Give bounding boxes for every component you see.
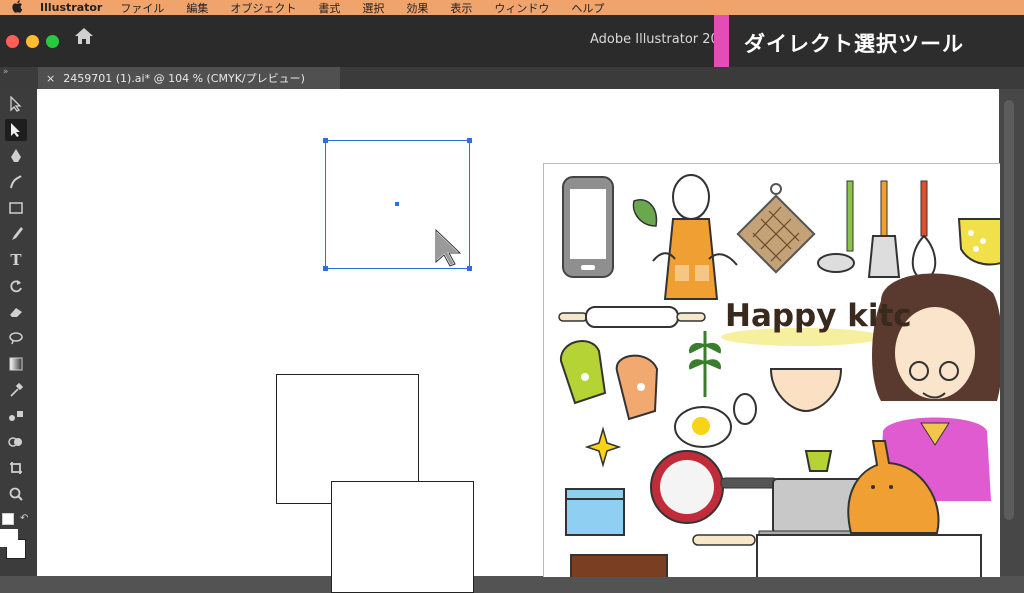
apple-menu-icon[interactable] [6,0,28,16]
gradient-tool-icon[interactable] [5,353,27,375]
rotate-tool-icon[interactable] [5,275,27,297]
caption-accent-bar [714,15,729,67]
eyedropper-tool-icon[interactable] [5,379,27,401]
app-menu[interactable]: Illustrator [40,1,102,14]
direct-selection-cursor-icon [434,227,464,272]
type-tool-icon[interactable]: T [5,249,27,271]
tool-caption-banner: ダイレクト選択ツール [714,15,1024,67]
mixing-bowl-illustration [769,368,843,413]
anchor-point-handle[interactable] [323,138,328,143]
kitchen-utensils-illustration [817,180,937,281]
menu-bar: Illustrator ファイル 編集 オブジェクト 書式 選択 効果 表示 ウ… [0,0,1024,15]
oven-mitts-illustration [559,340,659,421]
default-colors-icon[interactable] [2,513,14,525]
crop-tool-icon[interactable] [5,457,27,479]
swap-colors-icon[interactable]: ↶ [20,513,28,524]
cutting-board-illustration [570,554,668,577]
menu-help[interactable]: ヘルプ [571,0,604,16]
leaf-illustration [632,199,658,227]
selection-tool-icon[interactable] [5,93,27,115]
menu-edit[interactable]: 編集 [186,0,208,16]
tools-panel: T ↶ [0,89,37,576]
direct-selection-tool-icon[interactable] [5,119,27,141]
close-window-button[interactable] [6,35,19,48]
blend-tool-icon[interactable] [5,405,27,427]
document-tab-label: 2459701 (1).ai* @ 104 % (CMYK/プレビュー) [63,72,305,85]
knife-illustration [692,534,756,546]
anchor-point-handle[interactable] [467,266,472,271]
zoom-tool-icon[interactable] [5,483,27,505]
menu-view[interactable]: 表示 [450,0,472,16]
paintbrush-tool-icon[interactable] [5,223,27,245]
rolling-pin-illustration [558,306,706,328]
close-tab-icon[interactable]: × [46,72,55,85]
pen-tool-icon[interactable] [5,145,27,167]
herb-sprig-illustration [689,331,721,397]
lunch-box-illustration [565,488,625,536]
panel-collapse-icon[interactable]: » [0,67,38,89]
rectangle-tool-icon[interactable] [5,197,27,219]
fill-swatch[interactable] [0,529,18,547]
anchor-point-handle[interactable] [467,138,472,143]
menu-file[interactable]: ファイル [120,0,164,16]
peeler-illustration [804,450,833,472]
caption-text: ダイレクト選択ツール [744,32,964,56]
menu-window[interactable]: ウィンドウ [494,0,549,16]
document-tab[interactable]: × 2459701 (1).ai* @ 104 % (CMYK/プレビュー) [38,67,340,89]
shape-builder-tool-icon[interactable] [5,431,27,453]
menu-select[interactable]: 選択 [362,0,384,16]
apron-illustration [652,174,738,300]
egg-illustration [733,393,757,425]
center-point-handle[interactable] [395,202,399,206]
desk-illustration [756,534,982,577]
menu-type[interactable]: 書式 [318,0,340,16]
frying-pan-illustration [650,450,778,524]
menu-effect[interactable]: 効果 [406,0,428,16]
rectangle-shape[interactable] [331,481,474,593]
colander-illustration [957,218,1000,266]
smartphone-illustration [562,176,614,278]
illustration-artboard[interactable] [543,163,1000,577]
lasso-tool-icon[interactable] [5,327,27,349]
eraser-tool-icon[interactable] [5,301,27,323]
fried-egg-illustration [674,406,732,448]
window-title: Adobe Illustrator 20 [590,32,719,47]
sparkle-illustration [584,426,622,468]
pot-holder-illustration [736,183,816,274]
happy-kitchen-title: Happy kitc [725,298,912,334]
curvature-tool-icon[interactable] [5,171,27,193]
vertical-scrollbar-thumb[interactable] [1004,100,1014,520]
anchor-point-handle[interactable] [323,266,328,271]
zoom-window-button[interactable] [46,35,59,48]
minimize-window-button[interactable] [26,35,39,48]
home-icon[interactable] [74,27,94,47]
menu-object[interactable]: オブジェクト [230,0,296,16]
